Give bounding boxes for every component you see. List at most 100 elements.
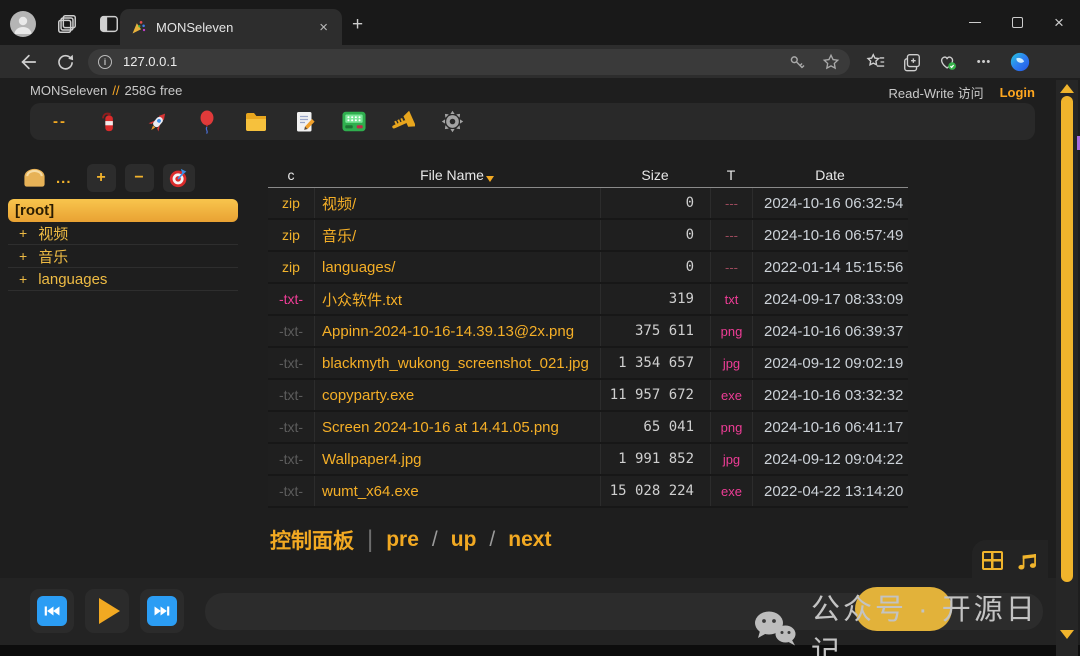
- toggle-dashes-button[interactable]: --: [48, 110, 72, 134]
- dart-target-icon[interactable]: [163, 164, 195, 192]
- file-link[interactable]: 视频/: [314, 188, 600, 218]
- next-track-button[interactable]: [140, 589, 184, 633]
- column-header-size[interactable]: Size: [600, 167, 710, 183]
- more-menu-icon[interactable]: •••: [970, 49, 998, 75]
- control-panel-link[interactable]: 控制面板: [270, 525, 354, 555]
- trumpet-icon[interactable]: [391, 110, 415, 134]
- txt-view-link[interactable]: -txt-: [268, 451, 314, 467]
- copilot-icon[interactable]: [1006, 49, 1034, 75]
- tree-item-languages[interactable]: + languages: [8, 268, 238, 291]
- file-date: 2022-04-22 13:14:20: [752, 476, 908, 506]
- zip-link[interactable]: zip: [268, 227, 314, 243]
- site-info-icon[interactable]: i: [98, 55, 112, 69]
- tree-item-music[interactable]: + 音乐: [8, 245, 238, 268]
- url-text[interactable]: 127.0.0.1: [123, 54, 788, 69]
- scrollbar-down-arrow-icon[interactable]: [1060, 630, 1074, 639]
- file-link[interactable]: Wallpaper4.jpg: [314, 444, 600, 474]
- txt-view-link[interactable]: -txt-: [268, 419, 314, 435]
- tree-collapse-button[interactable]: −: [125, 164, 154, 192]
- bread-icon[interactable]: [22, 167, 47, 189]
- grid-view-icon[interactable]: [982, 551, 1003, 570]
- browser-health-icon[interactable]: [934, 49, 962, 75]
- file-type: png: [710, 412, 752, 442]
- login-link[interactable]: Login: [1000, 85, 1035, 100]
- footer-slash: /: [432, 528, 438, 552]
- tree-item-label[interactable]: 视频: [38, 223, 68, 244]
- file-link[interactable]: 音乐/: [314, 220, 600, 250]
- page-scrollbar[interactable]: [1056, 80, 1078, 656]
- zip-link[interactable]: zip: [268, 259, 314, 275]
- tree-item-label[interactable]: 音乐: [38, 246, 68, 267]
- workspaces-icon[interactable]: [56, 13, 78, 35]
- file-link[interactable]: languages/: [314, 252, 600, 282]
- table-row: zip languages/ 0 --- 2022-01-14 15:15:56: [268, 252, 908, 284]
- file-link[interactable]: wumt_x64.exe: [314, 476, 600, 506]
- tab-close-icon[interactable]: ×: [315, 19, 332, 36]
- emoji-toolbar: --: [30, 103, 1035, 140]
- file-type: jpg: [710, 444, 752, 474]
- txt-view-link[interactable]: -txt-: [268, 387, 314, 403]
- window-maximize-button[interactable]: [996, 0, 1038, 45]
- play-button[interactable]: [85, 589, 129, 633]
- footer-slash: /: [489, 528, 495, 552]
- tree-more-dots[interactable]: ...: [56, 170, 72, 187]
- music-note-icon[interactable]: [1016, 549, 1039, 572]
- txt-view-link[interactable]: -txt-: [268, 355, 314, 371]
- back-icon[interactable]: [18, 52, 38, 72]
- scrollbar-thumb[interactable]: [1061, 96, 1073, 582]
- refresh-icon[interactable]: [56, 53, 74, 71]
- file-link[interactable]: 小众软件.txt: [314, 284, 600, 314]
- file-size: 0: [600, 188, 710, 218]
- file-type: exe: [710, 380, 752, 410]
- expand-plus-icon[interactable]: +: [19, 248, 27, 264]
- favorite-star-icon[interactable]: [822, 53, 840, 71]
- column-header-c[interactable]: c: [268, 167, 314, 183]
- next-link[interactable]: next: [508, 528, 551, 552]
- collections-icon[interactable]: [898, 49, 926, 75]
- column-header-date[interactable]: Date: [752, 167, 908, 183]
- txt-view-link[interactable]: -txt-: [268, 483, 314, 499]
- zip-link[interactable]: zip: [268, 195, 314, 211]
- tree-item-root[interactable]: [root]: [8, 199, 238, 222]
- file-date: 2022-01-14 15:15:56: [752, 252, 908, 282]
- txt-view-link[interactable]: -txt-: [268, 323, 314, 339]
- column-header-type[interactable]: T: [710, 167, 752, 183]
- window-minimize-button[interactable]: [954, 0, 996, 45]
- window-close-button[interactable]: ×: [1038, 0, 1080, 45]
- expand-plus-icon[interactable]: +: [19, 225, 27, 241]
- previous-track-button[interactable]: [30, 589, 74, 633]
- memo-icon[interactable]: [293, 110, 317, 134]
- txt-view-link[interactable]: -txt-: [268, 291, 314, 307]
- site-title[interactable]: MONSeleven: [30, 83, 107, 102]
- folder-icon[interactable]: [244, 110, 268, 134]
- profile-avatar-icon[interactable]: [10, 11, 36, 37]
- browser-tab[interactable]: MONSeleven ×: [120, 9, 342, 45]
- scrollbar-up-arrow-icon[interactable]: [1060, 84, 1074, 93]
- gear-icon[interactable]: [440, 110, 464, 134]
- new-tab-button[interactable]: +: [352, 14, 363, 36]
- vertical-tabs-icon[interactable]: [98, 13, 120, 35]
- pre-link[interactable]: pre: [386, 528, 419, 552]
- password-key-icon[interactable]: [788, 53, 806, 71]
- file-link[interactable]: blackmyth_wukong_screenshot_021.jpg: [314, 348, 600, 378]
- page-header: MONSeleven // 258G free Read-Write 访问 Lo…: [30, 83, 1035, 102]
- tree-item-videos[interactable]: + 视频: [8, 222, 238, 245]
- tree-expand-button[interactable]: +: [87, 164, 116, 192]
- url-bar[interactable]: i 127.0.0.1: [88, 49, 850, 75]
- column-header-filename[interactable]: File Name: [314, 167, 600, 183]
- expand-plus-icon[interactable]: +: [19, 271, 27, 287]
- keypad-icon[interactable]: [342, 110, 366, 134]
- access-label: Read-Write 访问: [888, 83, 983, 102]
- balloon-icon[interactable]: [195, 110, 219, 134]
- file-link[interactable]: Screen 2024-10-16 at 14.41.05.png: [314, 412, 600, 442]
- file-link[interactable]: copyparty.exe: [314, 380, 600, 410]
- directory-tree-sidebar: ... + − [root] + 视频 + 音乐 + languages: [8, 162, 238, 291]
- rocket-icon[interactable]: [146, 110, 170, 134]
- fire-extinguisher-icon[interactable]: [97, 110, 121, 134]
- favorites-hub-icon[interactable]: [862, 49, 890, 75]
- tree-item-label[interactable]: languages: [38, 271, 107, 288]
- file-type: ---: [710, 252, 752, 282]
- view-toggle-panel: [972, 540, 1048, 580]
- up-link[interactable]: up: [451, 528, 477, 552]
- file-link[interactable]: Appinn-2024-10-16-14.39.13@2x.png: [314, 316, 600, 346]
